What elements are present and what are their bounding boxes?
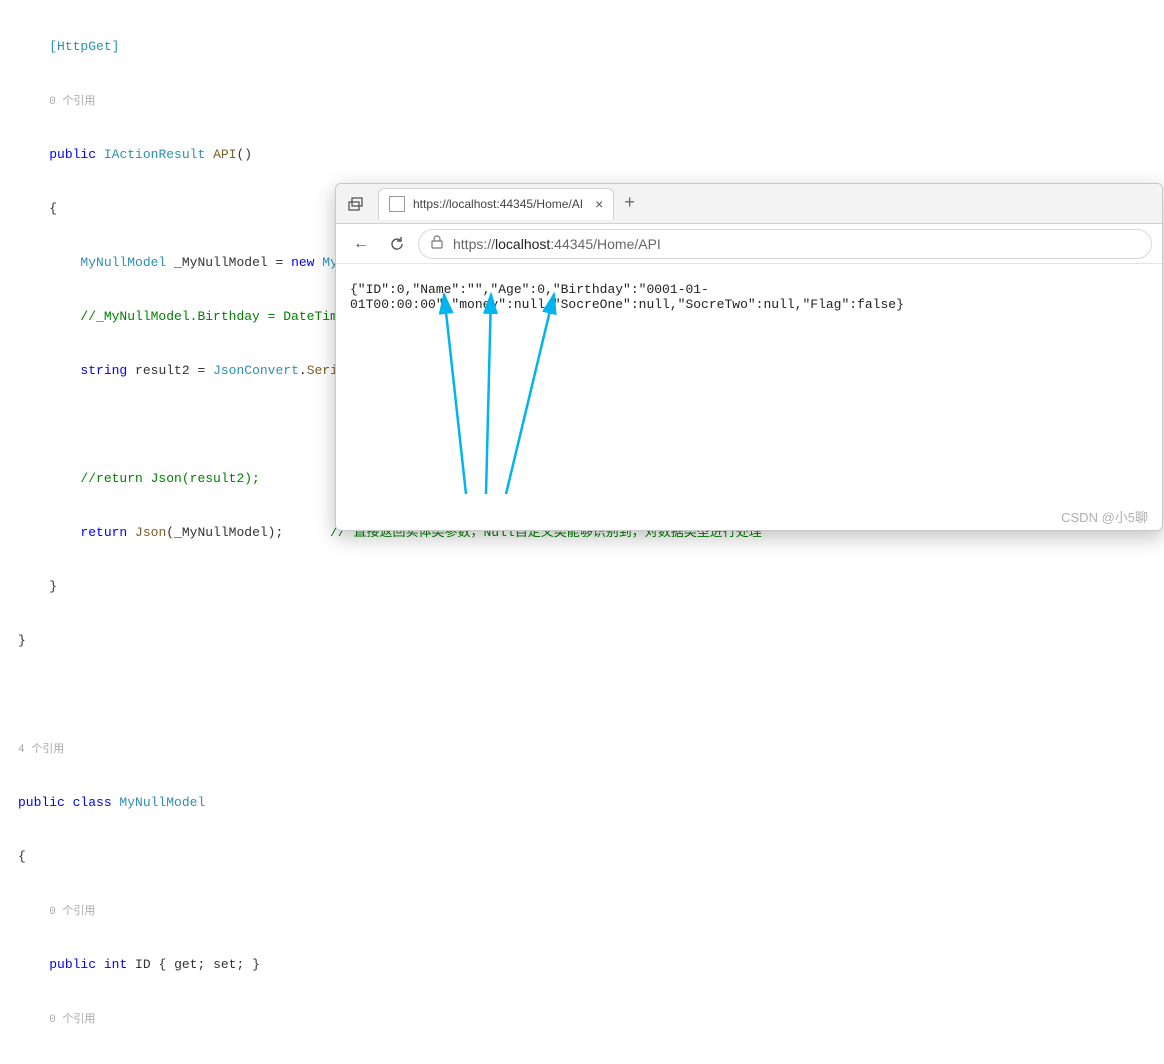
- new-tab-button[interactable]: +: [614, 194, 645, 214]
- tab-title: https://localhost:44345/Home/AI: [413, 197, 583, 211]
- watermark: CSDN @小5聊: [1061, 507, 1148, 526]
- attribute: [HttpGet]: [49, 39, 119, 54]
- method-json: Json: [127, 525, 166, 540]
- codelens-ref[interactable]: 0 个引用: [49, 1014, 95, 1026]
- lock-icon: [431, 235, 443, 252]
- tab-strip: https://localhost:44345/Home/AI × +: [336, 184, 1162, 224]
- getset: { get; set; }: [158, 957, 259, 972]
- browser-tab[interactable]: https://localhost:44345/Home/AI ×: [378, 188, 614, 220]
- keyword-string: string: [80, 363, 127, 378]
- json-args: (_MyNullModel);: [166, 525, 283, 540]
- url-text: https://localhost:44345/Home/API: [453, 236, 661, 252]
- codelens-ref[interactable]: 0 个引用: [49, 96, 95, 108]
- code-editor: [HttpGet] 0 个引用 public IActionResult API…: [0, 0, 1164, 1064]
- type-int: int: [104, 957, 127, 972]
- brace-close: }: [49, 579, 57, 594]
- brace-close-outer: }: [18, 633, 26, 648]
- keyword-return: return: [80, 525, 127, 540]
- back-button[interactable]: ←: [346, 229, 376, 259]
- brace-open: {: [18, 849, 26, 864]
- var-result2: result2 =: [127, 363, 213, 378]
- response-body: {"ID":0,"Name":"","Age":0,"Birthday":"00…: [350, 282, 904, 312]
- prop-id: ID: [127, 957, 158, 972]
- keyword-public: public: [49, 957, 96, 972]
- brace-open: {: [49, 201, 57, 216]
- keyword-public: public: [18, 795, 65, 810]
- keyword-new: new: [291, 255, 314, 270]
- close-tab-button[interactable]: ×: [591, 196, 607, 212]
- keyword-public: public: [49, 147, 96, 162]
- method-name: API: [213, 147, 236, 162]
- class-name: MyNullModel: [112, 795, 206, 810]
- page-content: {"ID":0,"Name":"","Age":0,"Birthday":"00…: [336, 264, 1162, 330]
- paren: (): [236, 147, 252, 162]
- comment-return-a: //return Json(result2);: [80, 471, 259, 486]
- codelens-ref[interactable]: 0 个引用: [49, 906, 95, 918]
- url-field[interactable]: https://localhost:44345/Home/API: [418, 229, 1152, 259]
- favicon-icon: [389, 196, 405, 212]
- browser-window: https://localhost:44345/Home/AI × + ← ht…: [335, 183, 1163, 531]
- tab-actions-icon[interactable]: [342, 190, 370, 218]
- type-jsonconvert: JsonConvert: [213, 363, 299, 378]
- var-decl: _MyNullModel =: [166, 255, 291, 270]
- keyword-class: class: [65, 795, 112, 810]
- return-type: IActionResult: [104, 147, 205, 162]
- dot: .: [299, 363, 307, 378]
- address-bar: ← https://localhost:44345/Home/API: [336, 224, 1162, 264]
- refresh-button[interactable]: [382, 229, 412, 259]
- codelens-ref[interactable]: 4 个引用: [18, 744, 64, 756]
- type-mynullmodel: MyNullModel: [80, 255, 166, 270]
